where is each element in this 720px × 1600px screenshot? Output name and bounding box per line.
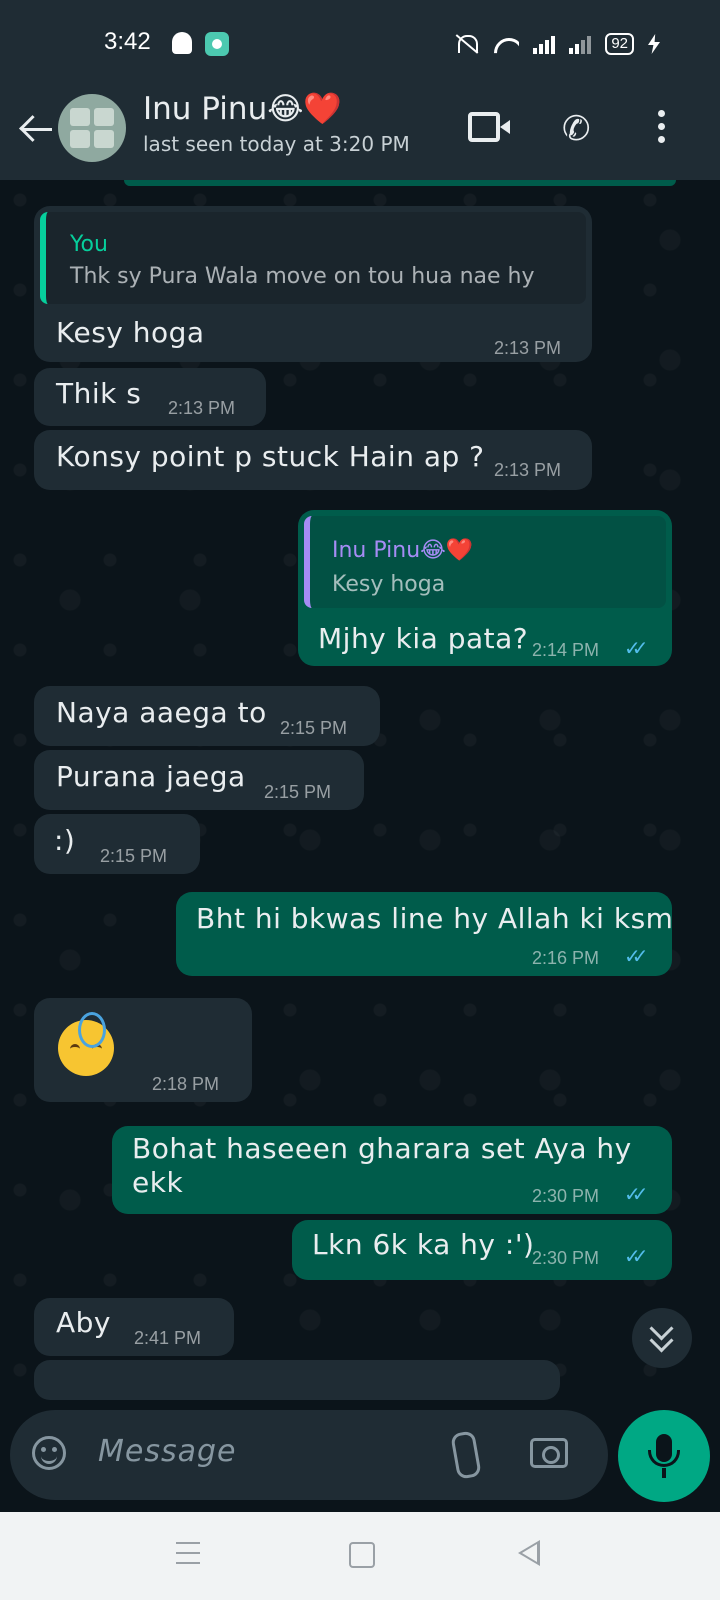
message-time: 2:15 PM (280, 718, 348, 738)
message-time: 2:15 PM (264, 782, 332, 802)
message-time: 2:30 PM (532, 1186, 600, 1206)
read-receipt-icon: ✓✓ (624, 944, 648, 968)
status-icons: 92 (453, 30, 660, 58)
status-time: 3:42 (104, 28, 151, 55)
read-receipt-icon: ✓✓ (624, 1182, 648, 1206)
message-bubble-incoming[interactable]: Aby 2:41 PM (34, 1298, 234, 1356)
camera-icon[interactable] (530, 1438, 568, 1468)
message-bubble-outgoing[interactable]: Bht hi bkwas line hy Allah ki ksm 2:16 P… (176, 892, 674, 976)
message-bubble-outgoing[interactable]: Inu Pinu😂❤️ Kesy hoga Mjhy kia pata? 2:1… (298, 510, 672, 666)
message-bubble-incoming[interactable]: Purana jaega 2:15 PM (34, 750, 364, 810)
quoted-reply[interactable]: You Thk sy Pura Wala move on tou hua nae… (40, 212, 586, 304)
message-input-bar[interactable]: Message (10, 1410, 608, 1500)
home-button[interactable] (349, 1542, 375, 1568)
status-bar: 3:42 92 (0, 0, 720, 80)
message-bubble-incoming[interactable]: Konsy point p stuck Hain ap ? 2:13 PM (34, 430, 592, 490)
message-time: 2:15 PM (100, 846, 168, 866)
scroll-to-bottom-button[interactable] (632, 1308, 692, 1368)
last-seen-status: last seen today at 3:20 PM (143, 132, 410, 156)
message-text: Kesy hoga (56, 316, 205, 349)
message-bubble-incoming-partial[interactable] (34, 1360, 560, 1400)
message-input[interactable]: Message (98, 1434, 236, 1469)
message-time: 2:18 PM (152, 1074, 220, 1094)
message-text: :) (54, 824, 76, 857)
charging-icon (648, 34, 660, 54)
message-time: 2:13 PM (168, 398, 236, 418)
read-receipt-icon: ✓✓ (624, 1244, 648, 1268)
quote-text: Thk sy Pura Wala move on tou hua nae hy (70, 264, 535, 289)
back-arrow-icon[interactable] (18, 112, 54, 148)
recent-apps-button[interactable] (176, 1542, 200, 1564)
message-text: Bht hi bkwas line hy Allah ki ksm (196, 902, 674, 935)
attachment-icon[interactable] (450, 1430, 482, 1480)
quote-author: Inu Pinu😂❤️ (332, 538, 474, 563)
message-text: Purana jaega (56, 760, 246, 793)
message-text: Aby (56, 1306, 111, 1339)
message-time: 2:14 PM (532, 640, 600, 660)
message-text: Mjhy kia pata? (318, 622, 529, 655)
more-options-icon[interactable] (658, 110, 666, 150)
contact-name[interactable]: Inu Pinu😂❤️ (143, 90, 342, 127)
message-bubble-incoming[interactable]: :) 2:15 PM (34, 814, 200, 874)
back-button[interactable] (518, 1540, 540, 1566)
halo-icon (78, 1012, 106, 1048)
quoted-reply[interactable]: Inu Pinu😂❤️ Kesy hoga (304, 516, 666, 608)
message-bubble-incoming[interactable]: You Thk sy Pura Wala move on tou hua nae… (34, 206, 592, 362)
phone-call-icon[interactable]: ✆ (562, 110, 600, 148)
message-text-continued: ekk (132, 1166, 184, 1199)
wifi-icon (493, 34, 519, 54)
battery-indicator: 92 (605, 33, 634, 55)
read-receipt-icon: ✓✓ (624, 636, 648, 660)
previous-message-edge (124, 180, 676, 186)
chat-area[interactable]: You Thk sy Pura Wala move on tou hua nae… (0, 180, 720, 1480)
mute-icon (453, 33, 479, 55)
message-text: Naya aaega to (56, 696, 267, 729)
message-bubble-outgoing[interactable]: Lkn 6k ka hy :') 2:30 PM ✓✓ (292, 1220, 672, 1280)
system-navigation-bar (0, 1512, 720, 1600)
message-time: 2:16 PM (532, 948, 600, 968)
message-bubble-incoming[interactable]: Thik s 2:13 PM (34, 368, 266, 426)
quote-author: You (70, 232, 108, 257)
message-text: Lkn 6k ka hy :') (312, 1228, 535, 1261)
message-time: 2:13 PM (494, 338, 562, 358)
message-time: 2:13 PM (494, 460, 562, 480)
signal-icon (533, 34, 556, 54)
message-bubble-outgoing[interactable]: Bohat haseeen gharara set Aya hy ekk 2:3… (112, 1126, 672, 1214)
chat-header: Inu Pinu😂❤️ last seen today at 3:20 PM ✆ (0, 80, 720, 180)
avatar[interactable] (58, 94, 126, 162)
quote-text: Kesy hoga (332, 572, 446, 597)
message-time: 2:41 PM (134, 1328, 202, 1348)
message-text: Bohat haseeen gharara set Aya hy (132, 1132, 632, 1165)
snapchat-icon (172, 32, 192, 54)
voice-message-button[interactable] (618, 1410, 710, 1502)
emoji-icon[interactable] (32, 1436, 66, 1470)
message-time: 2:30 PM (532, 1248, 600, 1268)
message-text: Konsy point p stuck Hain ap ? (56, 440, 485, 473)
signal-icon-2 (569, 34, 592, 54)
message-bubble-incoming[interactable]: Naya aaega to 2:15 PM (34, 686, 380, 746)
app-notification-icon (205, 32, 229, 56)
message-text: Thik s (56, 377, 142, 410)
video-call-icon[interactable] (468, 112, 510, 142)
